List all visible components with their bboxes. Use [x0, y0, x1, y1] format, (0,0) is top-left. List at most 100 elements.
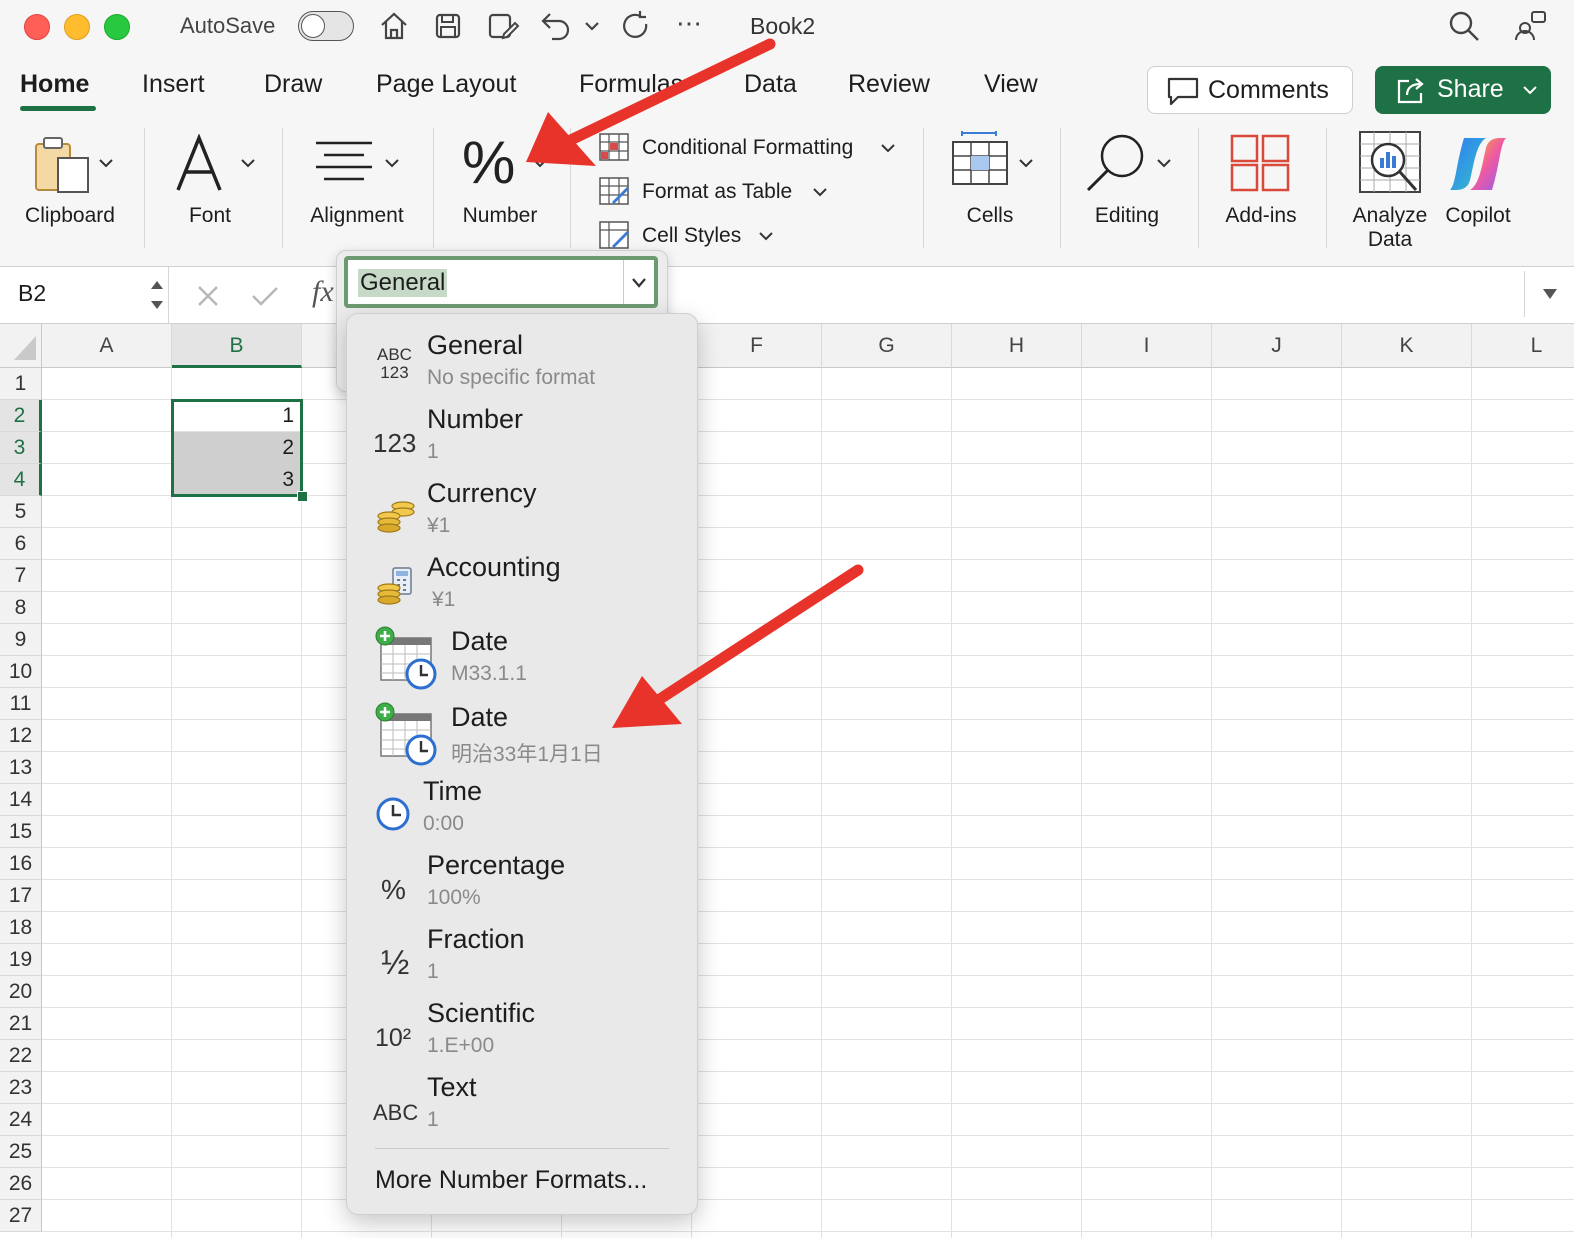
share-people-icon[interactable] [1512, 8, 1548, 44]
cell-B4[interactable]: 3 [172, 468, 294, 492]
number-format-combo[interactable]: General [344, 256, 658, 308]
more-icon[interactable]: ⋯ [676, 8, 704, 39]
format-item-accounting[interactable]: Accounting ¥1 [347, 548, 697, 620]
cell-B2[interactable]: 1 [172, 404, 294, 428]
magnifier-icon [1086, 134, 1144, 192]
row-header-17[interactable]: 17 [0, 880, 42, 912]
row-header-10[interactable]: 10 [0, 656, 42, 688]
tab-formulas[interactable]: Formulas [579, 70, 683, 99]
format-as-table-button[interactable]: Format as Table [598, 174, 838, 208]
search-icon[interactable] [1446, 8, 1482, 44]
ribbon-separator [144, 128, 145, 248]
row-header-1[interactable]: 1 [0, 368, 42, 400]
editing-chevron-down-icon[interactable] [1156, 156, 1172, 170]
tab-page-layout[interactable]: Page Layout [376, 70, 516, 99]
clipboard-label: Clipboard [25, 204, 115, 227]
number-format-chevron-down-icon[interactable] [630, 276, 648, 290]
conditional-formatting-button[interactable]: Conditional Formatting [598, 130, 908, 164]
select-all-corner[interactable] [0, 324, 42, 368]
row-header-2[interactable]: 2 [0, 400, 42, 432]
cell-styles-button[interactable]: Cell Styles [598, 218, 788, 252]
cell-B3[interactable]: 2 [172, 436, 294, 460]
tab-data[interactable]: Data [744, 70, 797, 99]
autosave-toggle[interactable] [298, 11, 354, 41]
fill-handle[interactable] [297, 491, 308, 502]
format-item-percentage[interactable]: Percentage 100%% [347, 846, 697, 918]
column-header-K[interactable]: K [1342, 324, 1472, 368]
row-header-25[interactable]: 25 [0, 1136, 42, 1168]
tab-home[interactable]: Home [20, 70, 89, 99]
row-header-23[interactable]: 23 [0, 1072, 42, 1104]
row-header-6[interactable]: 6 [0, 528, 42, 560]
row-header-12[interactable]: 12 [0, 720, 42, 752]
row-header-13[interactable]: 13 [0, 752, 42, 784]
close-window-button[interactable] [24, 14, 50, 40]
row-header-18[interactable]: 18 [0, 912, 42, 944]
number-chevron-down-icon[interactable] [532, 156, 548, 170]
row-header-24[interactable]: 24 [0, 1104, 42, 1136]
worksheet-grid[interactable]: ABCDEFGHIJKL1234567891011121314151617181… [0, 324, 1574, 1238]
row-header-4[interactable]: 4 [0, 464, 42, 496]
zoom-window-button[interactable] [104, 14, 130, 40]
row-header-22[interactable]: 22 [0, 1040, 42, 1072]
format-item-general[interactable]: General No specific format ABC 123 [347, 326, 697, 398]
column-header-H[interactable]: H [952, 324, 1082, 368]
more-number-formats-item[interactable]: More Number Formats... [375, 1166, 647, 1195]
column-header-A[interactable]: A [42, 324, 172, 368]
row-header-16[interactable]: 16 [0, 848, 42, 880]
alignment-chevron-down-icon[interactable] [384, 156, 400, 170]
cancel-edit-icon[interactable] [196, 284, 220, 308]
name-box-stepper-icon[interactable] [148, 275, 166, 315]
format-item-date[interactable]: Date M33.1.1 [347, 622, 697, 694]
row-header-9[interactable]: 9 [0, 624, 42, 656]
comments-button[interactable]: Comments [1147, 66, 1353, 114]
row-header-7[interactable]: 7 [0, 560, 42, 592]
minimize-window-button[interactable] [64, 14, 90, 40]
row-header-20[interactable]: 20 [0, 976, 42, 1008]
cells-icon [952, 131, 1008, 185]
format-item-currency[interactable]: Currency ¥1 [347, 474, 697, 546]
row-header-3[interactable]: 3 [0, 432, 42, 464]
column-header-I[interactable]: I [1082, 324, 1212, 368]
tab-view[interactable]: View [984, 70, 1038, 99]
clipboard-chevron-down-icon[interactable] [98, 156, 114, 170]
format-item-fraction[interactable]: Fraction 1 ½ [347, 920, 697, 992]
row-header-15[interactable]: 15 [0, 816, 42, 848]
row-header-26[interactable]: 26 [0, 1168, 42, 1200]
share-button[interactable]: Share [1375, 66, 1551, 114]
undo-icon[interactable] [538, 8, 574, 44]
format-item-scientific[interactable]: Scientific 1.E+00 10² [347, 994, 697, 1066]
expand-formula-bar-icon[interactable] [1541, 287, 1559, 301]
row-header-27[interactable]: 27 [0, 1200, 42, 1232]
column-header-L[interactable]: L [1472, 324, 1574, 368]
name-box[interactable]: B2 [18, 280, 46, 307]
row-header-5[interactable]: 5 [0, 496, 42, 528]
function-icon[interactable]: fx [312, 275, 334, 309]
format-item-date[interactable]: Date 明治33年1月1日 [347, 698, 697, 770]
font-chevron-down-icon[interactable] [240, 156, 256, 170]
confirm-edit-icon[interactable] [250, 284, 280, 308]
column-header-F[interactable]: F [692, 324, 822, 368]
column-header-B[interactable]: B [172, 324, 302, 368]
format-item-number[interactable]: Number 1 123 [347, 400, 697, 472]
column-header-J[interactable]: J [1212, 324, 1342, 368]
row-header-8[interactable]: 8 [0, 592, 42, 624]
save-as-icon[interactable] [484, 8, 520, 44]
column-header-G[interactable]: G [822, 324, 952, 368]
save-icon[interactable] [430, 8, 466, 44]
redo-icon[interactable] [618, 8, 654, 44]
format-item-time[interactable]: Time 0:00 [347, 772, 697, 844]
number-label: Number [462, 204, 538, 227]
format-item-text[interactable]: Text 1 ABC [347, 1068, 697, 1140]
cells-chevron-down-icon[interactable] [1018, 156, 1034, 170]
tab-insert[interactable]: Insert [142, 70, 205, 99]
row-header-21[interactable]: 21 [0, 1008, 42, 1040]
share-chevron-down-icon[interactable] [1521, 82, 1539, 98]
tab-draw[interactable]: Draw [264, 70, 322, 99]
tab-review[interactable]: Review [848, 70, 930, 99]
home-icon[interactable] [376, 8, 412, 44]
row-header-19[interactable]: 19 [0, 944, 42, 976]
undo-dropdown-chevron-icon[interactable] [580, 8, 604, 44]
row-header-14[interactable]: 14 [0, 784, 42, 816]
row-header-11[interactable]: 11 [0, 688, 42, 720]
